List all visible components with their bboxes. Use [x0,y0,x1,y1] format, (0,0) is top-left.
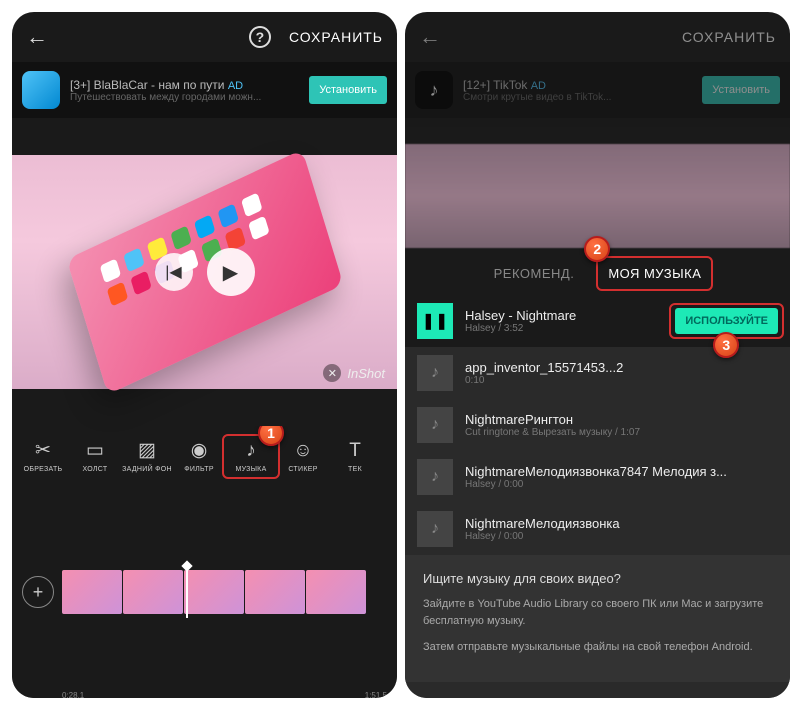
save-button[interactable]: СОХРАНИТЬ [682,29,776,45]
ad-title: [12+] TikTok AD [463,78,692,92]
track-title: NightmareМелодиязвонка7847 Мелодия з... [465,464,778,479]
music-tabs: РЕКОМЕНД. 2 МОЯ МУЗЫКА [405,248,790,295]
play-button[interactable]: ▶ [207,248,255,296]
phone-left: ← ? СОХРАНИТЬ [3+] BlaBlaCar - нам по пу… [12,12,397,698]
canvas-icon: ▭ [86,440,104,462]
track-subtitle: 0:10 [465,375,778,386]
track-subtitle: Halsey / 3:52 [465,323,663,334]
help-panel: Ищите музыку для своих видео? Зайдите в … [405,555,790,682]
track-title: app_inventor_15571453...2 [465,360,778,375]
pause-icon[interactable]: ❚❚ [417,303,453,339]
install-button[interactable]: Установить [702,76,780,104]
tool-background[interactable]: ▨ЗАДНИЙ ФОН [122,440,172,473]
track-item[interactable]: ❚❚ Halsey - Nightmare Halsey / 3:52 3 ИС… [405,295,790,347]
tool-music[interactable]: 1 ♪МУЗЫКА [226,440,276,473]
tool-canvas[interactable]: ▭ХОЛСТ [70,440,120,473]
help-text: Затем отправьте музыкальные файлы на сво… [423,639,772,656]
filter-icon: ◉ [191,440,208,462]
track-item[interactable]: ♪ NightmareРингтонCut ringtone & Вырезат… [405,399,790,451]
tool-text[interactable]: TТЕК [330,440,380,473]
back-icon[interactable]: ← [419,24,441,50]
track-subtitle: Halsey / 0:00 [465,479,778,490]
music-note-icon: ♪ [417,511,453,547]
ad-app-icon: ♪ [415,71,453,109]
clip[interactable] [245,570,305,614]
ad-app-icon [22,71,60,109]
scissors-icon: ✂ [35,440,51,462]
clip[interactable] [306,570,366,614]
clip[interactable] [184,570,244,614]
ad-subtitle: Смотри крутые видео в TikTok... [463,92,692,103]
music-note-icon: ♪ [417,407,453,443]
track-item[interactable]: ♪ NightmareМелодиязвонкаHalsey / 0:00 [405,503,790,555]
clip[interactable] [123,570,183,614]
help-title: Ищите музыку для своих видео? [423,571,772,586]
header: ← СОХРАНИТЬ [405,12,790,62]
save-button[interactable]: СОХРАНИТЬ [289,29,383,45]
add-clip-button[interactable]: + [22,576,54,608]
ad-banner[interactable]: [3+] BlaBlaCar - нам по пути AD Путешест… [12,62,397,118]
background-icon: ▨ [138,440,156,462]
phone-right: ← СОХРАНИТЬ ♪ [12+] TikTok AD Смотри кру… [405,12,790,698]
music-note-icon: ♪ [417,355,453,391]
track-subtitle: Cut ringtone & Вырезать музыку / 1:07 [465,427,778,438]
text-icon: T [349,440,361,462]
sticker-icon: ☺ [293,440,312,462]
track-list: ❚❚ Halsey - Nightmare Halsey / 3:52 3 ИС… [405,295,790,698]
back-icon[interactable]: ← [26,24,48,50]
video-preview-dimmed [405,118,790,248]
help-text: Зайдите в YouTube Audio Library со своег… [423,596,772,629]
header: ← ? СОХРАНИТЬ [12,12,397,62]
track-title: NightmareРингтон [465,412,778,427]
track-title: Halsey - Nightmare [465,308,663,323]
watermark[interactable]: ✕ InShot [323,364,385,382]
track-title: NightmareМелодиязвонка [465,516,778,531]
ad-title: [3+] BlaBlaCar - нам по пути AD [70,78,299,92]
tool-filter[interactable]: ◉ФИЛЬТР [174,440,224,473]
close-icon[interactable]: ✕ [323,364,341,382]
previous-button[interactable]: |◀ [155,253,193,291]
time-labels: 0:28.11:51.5 [62,691,387,698]
music-note-icon: ♪ [417,459,453,495]
playhead[interactable] [186,566,188,618]
editor-toolbar: ✂ОБРЕЗАТЬ ▭ХОЛСТ ▨ЗАДНИЙ ФОН ◉ФИЛЬТР 1 ♪… [12,426,397,486]
ad-banner[interactable]: ♪ [12+] TikTok AD Смотри крутые видео в … [405,62,790,118]
timeline[interactable]: + 0:28.11:51.5 [12,486,397,698]
clip[interactable] [62,570,122,614]
track-subtitle: Halsey / 0:00 [465,531,778,542]
tool-sticker[interactable]: ☺СТИКЕР [278,440,328,473]
tool-crop[interactable]: ✂ОБРЕЗАТЬ [18,440,68,473]
video-preview[interactable]: |◀ ▶ ✕ InShot [12,118,397,426]
help-icon[interactable]: ? [249,26,271,48]
track-item[interactable]: ♪ NightmareМелодиязвонка7847 Мелодия з..… [405,451,790,503]
ad-subtitle: Путешествовать между городами можн... [70,92,299,103]
clips-track[interactable] [62,570,387,614]
install-button[interactable]: Установить [309,76,387,104]
tab-recommended[interactable]: РЕКОМЕНД. [492,262,577,285]
